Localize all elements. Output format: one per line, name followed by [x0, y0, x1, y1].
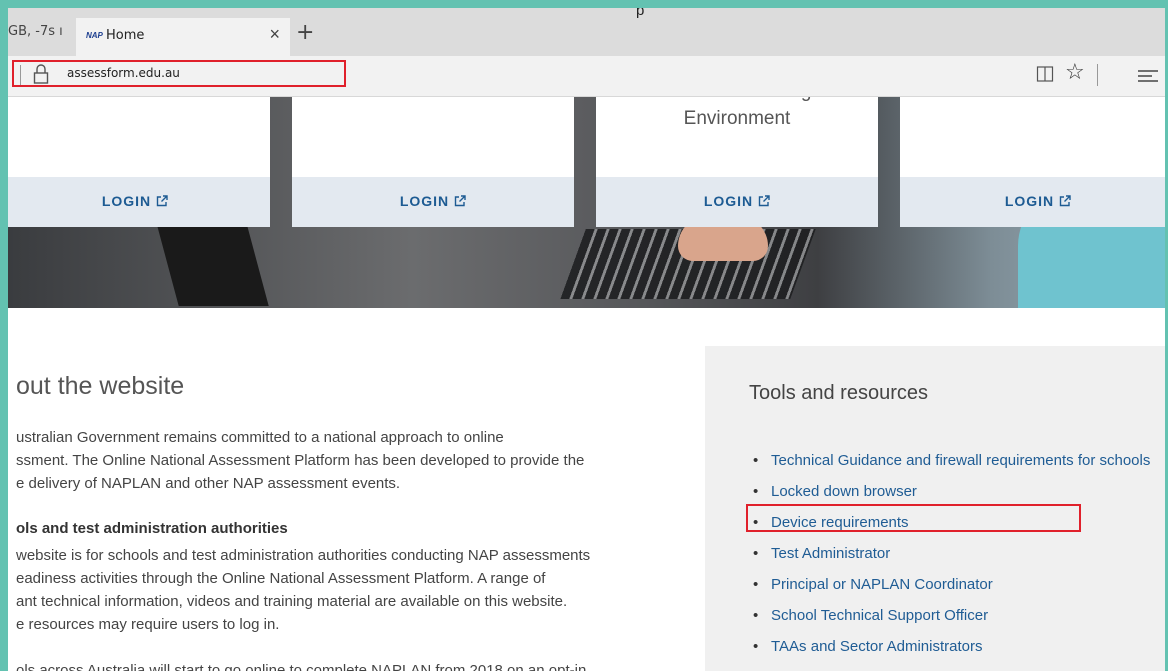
address-bar-overlay: assessform.edu.au ☆ — [8, 56, 1165, 97]
favorites-star-icon[interactable]: ☆ — [1065, 60, 1085, 85]
reading-view-icon[interactable] — [1036, 65, 1054, 83]
tools-link-locked-down-browser[interactable]: Locked down browser — [749, 481, 1161, 502]
about-paragraph-line: ustralian Government remains committed t… — [16, 429, 504, 446]
card-footer[interactable]: LOGIN — [900, 177, 1165, 227]
card-school-readiness: School Readiness Test LOGIN — [8, 81, 270, 227]
hero-laptop-screen — [157, 226, 269, 306]
tab-home[interactable]: NAP Home × — [76, 18, 290, 56]
card-acara-item-trial: ACARA Item Trial LOGIN — [900, 81, 1165, 227]
login-link[interactable]: LOGIN — [102, 193, 168, 209]
about-heading: out the website — [16, 372, 185, 400]
tools-link-technical-guidance[interactable]: Technical Guidance and firewall requirem… — [749, 450, 1161, 471]
login-link[interactable]: LOGIN — [1005, 193, 1071, 209]
tab-title: Home — [106, 28, 145, 43]
external-link-icon — [758, 195, 770, 207]
browser-window: GB, -7s ı NAP Home × + p assessform.edu.… — [0, 0, 1168, 671]
card-naplan-2018: NAPLAN 2018 LOGIN — [292, 81, 574, 227]
card-footer[interactable]: LOGIN — [292, 177, 574, 227]
hub-icon[interactable] — [1138, 70, 1158, 82]
tools-list: Technical Guidance and firewall requirem… — [749, 450, 1161, 667]
about-paragraph-line: website is for schools and test administ… — [16, 547, 591, 564]
about-paragraph-line: e resources may require users to log in. — [16, 616, 280, 633]
external-link-icon — [454, 195, 466, 207]
tools-heading: Tools and resources — [749, 382, 928, 404]
about-paragraph-line: ant technical information, videos and tr… — [16, 593, 568, 610]
partial-top-text: p — [636, 2, 645, 19]
toolbar-divider — [1097, 64, 1098, 86]
about-paragraph-line: ols across Australia will start to go on… — [16, 662, 587, 671]
close-tab-icon[interactable]: × — [269, 24, 280, 45]
login-link[interactable]: LOGIN — [400, 193, 466, 209]
nap-favicon-icon: NAP — [86, 31, 103, 40]
tools-link-test-administrator[interactable]: Test Administrator — [749, 543, 1161, 564]
external-link-icon — [156, 195, 168, 207]
address-highlight-box — [12, 60, 346, 87]
locked-browser-highlight-box — [746, 504, 1081, 532]
about-paragraph-line: ssment. The Online National Assessment P… — [16, 452, 585, 469]
tools-link-principal-coordinator[interactable]: Principal or NAPLAN Coordinator — [749, 574, 1161, 595]
card-footer[interactable]: LOGIN — [596, 177, 878, 227]
card-footer[interactable]: LOGIN — [8, 177, 270, 227]
tools-link-taas-sector-admins[interactable]: TAAs and Sector Administrators — [749, 636, 1161, 657]
new-tab-button[interactable]: + — [296, 20, 314, 45]
schools-subheading: ols and test administration authorities — [16, 520, 288, 537]
external-link-icon — [1059, 195, 1071, 207]
about-paragraph-line: e delivery of NAPLAN and other NAP asses… — [16, 475, 401, 492]
tab-strip: GB, -7s ı NAP Home × + — [8, 8, 1165, 56]
login-link[interactable]: LOGIN — [704, 193, 770, 209]
about-paragraph-line: eadiness activities through the Online N… — [16, 570, 546, 587]
card-naplan-training: NAPLAN TrainingEnvironment LOGIN — [596, 81, 878, 227]
tools-link-school-technical-support[interactable]: School Technical Support Officer — [749, 605, 1161, 626]
tab-previous[interactable]: GB, -7s ı — [8, 24, 63, 39]
